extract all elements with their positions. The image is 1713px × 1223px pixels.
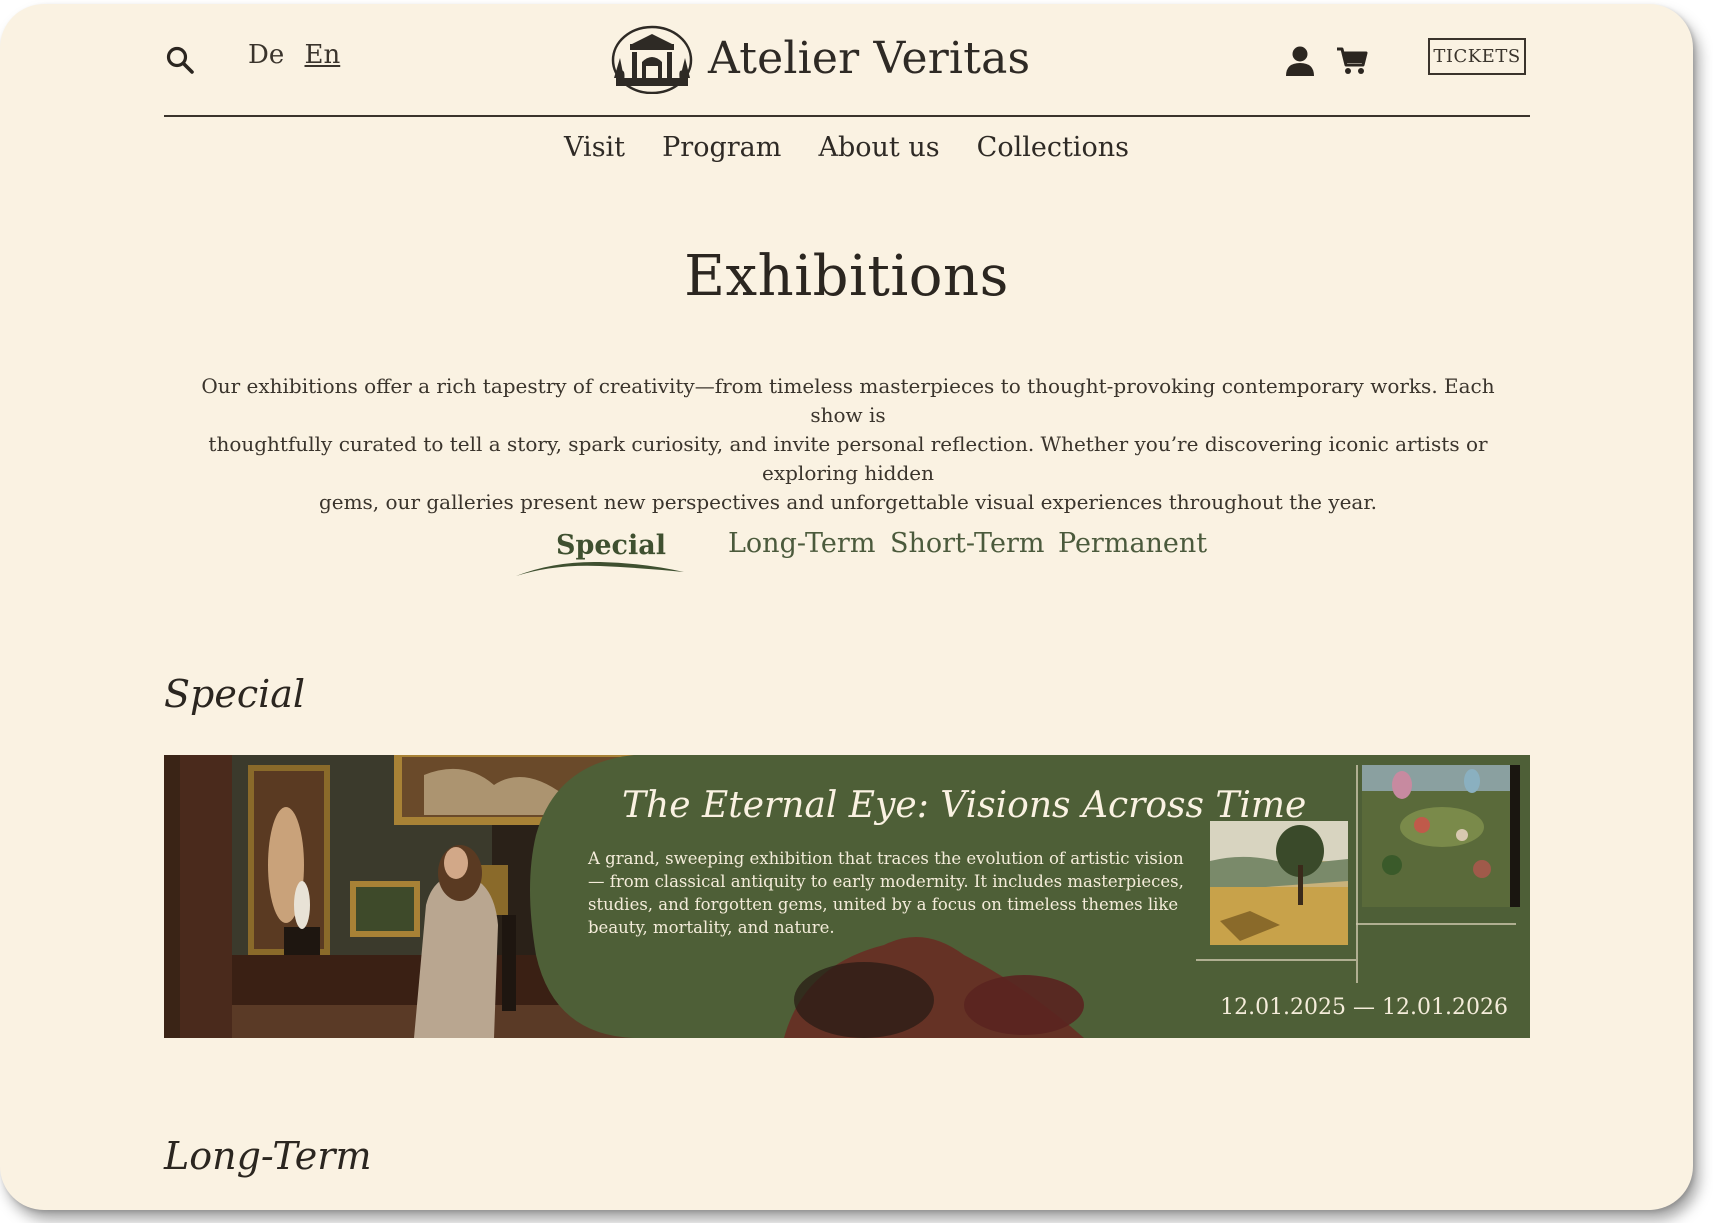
- exhibition-date-range: 12.01.2025 — 12.01.2026: [1220, 995, 1508, 1020]
- museum-building-icon: [611, 25, 693, 94]
- tab-long-term[interactable]: Long-Term: [728, 528, 875, 559]
- nav-item-visit[interactable]: Visit: [564, 132, 625, 163]
- language-switcher: De En: [248, 40, 352, 70]
- garden-painting-thumbnail: [1362, 765, 1520, 907]
- page-frame: De En Atelier Veritas TICKETS Visit Prog…: [0, 4, 1693, 1210]
- language-en[interactable]: En: [305, 40, 341, 70]
- intro-text: Our exhibitions offer a rich tapestry of…: [180, 372, 1516, 517]
- site-logo[interactable]: Atelier Veritas: [610, 22, 1030, 94]
- search-icon[interactable]: [164, 44, 196, 76]
- brand-name: Atelier Veritas: [708, 32, 1031, 84]
- exhibition-title: The Eternal Eye: Visions Across Time: [622, 785, 1307, 826]
- decorative-line: [1356, 765, 1358, 983]
- landscape-painting-thumbnail: [1210, 821, 1348, 945]
- tab-permanent[interactable]: Permanent: [1058, 528, 1207, 559]
- exhibition-tabs: Special Long-Term Short-Term Permanent: [0, 524, 1693, 584]
- section-title-long-term: Long-Term: [164, 1134, 372, 1178]
- exhibition-card[interactable]: The Eternal Eye: Visions Across Time A g…: [164, 755, 1530, 1038]
- tab-short-term[interactable]: Short-Term: [890, 528, 1044, 559]
- section-title-special: Special: [164, 672, 306, 716]
- user-icon[interactable]: [1284, 44, 1316, 78]
- intro-line: gems, our galleries present new perspect…: [318, 490, 1378, 514]
- page-title: Exhibitions: [684, 244, 1009, 309]
- intro-line: thoughtfully curated to tell a story, sp…: [208, 432, 1488, 485]
- tickets-button[interactable]: TICKETS: [1428, 38, 1526, 75]
- cart-icon[interactable]: [1336, 46, 1368, 76]
- nav-item-about-us[interactable]: About us: [818, 132, 939, 163]
- language-de[interactable]: De: [248, 40, 284, 70]
- active-tab-underline: [516, 561, 684, 576]
- nav-item-collections[interactable]: Collections: [977, 132, 1129, 163]
- nav-item-program[interactable]: Program: [662, 132, 781, 163]
- exhibition-description: A grand, sweeping exhibition that traces…: [588, 849, 1184, 937]
- tab-special[interactable]: Special: [556, 530, 666, 561]
- decorative-line: [1196, 959, 1356, 961]
- main-nav: Visit Program About us Collections: [0, 132, 1693, 163]
- decorative-line: [1356, 923, 1516, 925]
- site-header: De En Atelier Veritas TICKETS: [164, 4, 1530, 117]
- intro-line: Our exhibitions offer a rich tapestry of…: [201, 374, 1495, 427]
